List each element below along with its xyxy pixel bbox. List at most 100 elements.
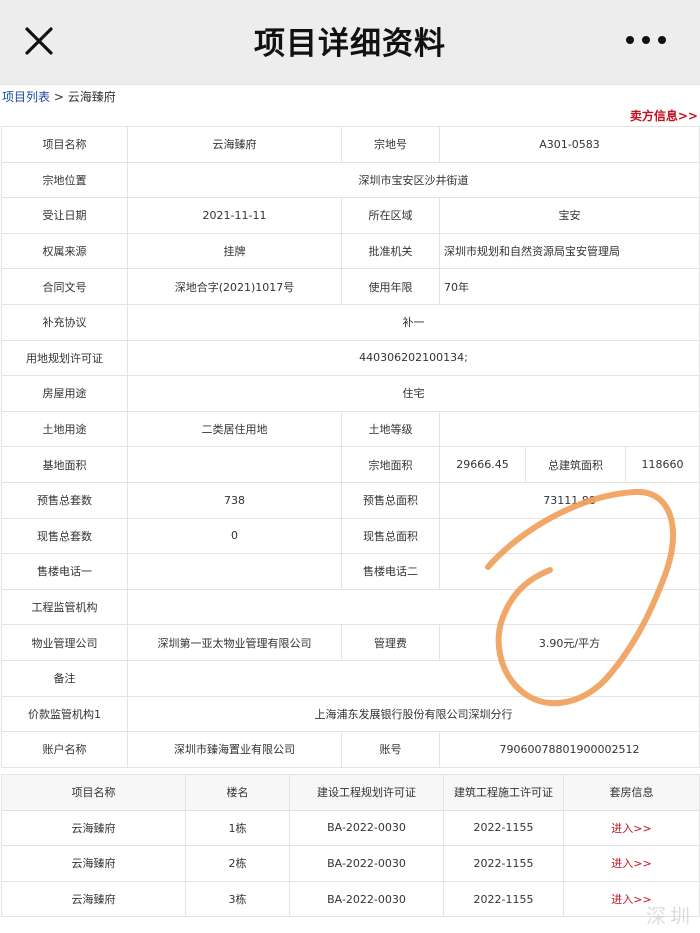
info-row: 受让日期 2021-11-11 所在区域 宝安 — [1, 197, 700, 234]
building-plan-permit: BA-2022-0030 — [289, 845, 444, 882]
approval-label: 批准机关 — [341, 232, 440, 270]
spot-area-label: 现售总面积 — [341, 517, 440, 555]
close-button[interactable] — [18, 20, 60, 62]
info-row: 基地面积 宗地面积 29666.45 总建筑面积 118660 — [1, 446, 700, 483]
ownership-label: 权属来源 — [1, 232, 128, 270]
usage-value: 住宅 — [126, 375, 700, 412]
sales-phone1-value — [127, 553, 342, 590]
info-row: 价款监管机构1 上海浦东发展银行股份有限公司深圳分行 — [1, 695, 700, 733]
info-row: 现售总套数 0 现售总面积 — [1, 517, 700, 555]
remarks-label: 备注 — [1, 659, 128, 697]
info-row: 售楼电话一 售楼电话二 — [1, 553, 700, 590]
seller-info-link[interactable]: 卖方信息>> — [630, 107, 698, 124]
info-row: 备注 — [1, 659, 700, 697]
project-name-value: 云海臻府 — [127, 126, 342, 163]
table-header-row: 项目名称 楼名 建设工程规划许可证 建筑工程施工许可证 套房信息 — [1, 774, 700, 811]
top-bar: 项目详细资料 — [0, 0, 700, 85]
breadcrumb-separator: > — [50, 90, 68, 104]
mgmt-fee-label: 管理费 — [341, 624, 440, 661]
term-label: 使用年限 — [341, 268, 440, 305]
property-mgmt-value: 深圳第一亚太物业管理有限公司 — [127, 624, 342, 661]
transfer-date-value: 2021-11-11 — [127, 197, 342, 234]
contract-label: 合同文号 — [1, 268, 128, 305]
supplement-value: 补一 — [126, 303, 700, 341]
building-project: 云海臻府 — [1, 809, 186, 847]
info-row: 土地用途 二类居住用地 土地等级 — [1, 410, 700, 448]
mgmt-fee-value: 3.90元/平方 — [438, 624, 700, 661]
building-plan-permit: BA-2022-0030 — [289, 880, 444, 918]
land-grade-value — [438, 410, 700, 448]
land-use-value: 二类居住用地 — [127, 410, 342, 448]
more-button[interactable] — [622, 22, 670, 58]
presale-units-label: 预售总套数 — [1, 481, 128, 519]
sales-phone2-value — [438, 553, 700, 590]
district-label: 所在区域 — [341, 197, 440, 234]
more-icon — [626, 36, 666, 44]
project-name-label: 项目名称 — [1, 126, 128, 163]
enter-link[interactable]: 进入>> — [611, 822, 651, 835]
presale-units-value: 738 — [127, 481, 342, 519]
info-row: 房屋用途 住宅 — [1, 375, 700, 412]
building-name: 2栋 — [185, 845, 290, 882]
building-name: 3栋 — [185, 880, 290, 918]
approval-value: 深圳市规划和自然资源局宝安管理局 — [438, 232, 700, 270]
lot-area-value: 29666.45 — [439, 446, 526, 483]
presale-area-label: 预售总面积 — [341, 481, 440, 519]
building-plan-permit: BA-2022-0030 — [289, 809, 444, 847]
gfa-label: 总建筑面积 — [525, 446, 626, 483]
building-name: 1栋 — [185, 809, 290, 847]
transfer-date-label: 受让日期 — [1, 197, 128, 234]
building-construction-permit: 2022-1155 — [443, 845, 564, 882]
remarks-value — [126, 659, 700, 697]
sales-phone2-label: 售楼电话二 — [341, 553, 440, 590]
permit-value: 440306202100134; — [126, 339, 700, 377]
usage-label: 房屋用途 — [1, 375, 128, 412]
district-value: 宝安 — [438, 197, 700, 234]
info-row: 工程监管机构 — [1, 588, 700, 626]
spot-units-label: 现售总套数 — [1, 517, 128, 555]
lot-no-label: 宗地号 — [341, 126, 440, 163]
building-project: 云海臻府 — [1, 845, 186, 882]
supplement-label: 补充协议 — [1, 303, 128, 341]
permit-label: 用地规划许可证 — [1, 339, 128, 377]
column-header: 套房信息 — [563, 774, 700, 811]
breadcrumb: 项目列表 > 云海臻府 — [2, 88, 116, 105]
lot-no-value: A301-0583 — [438, 126, 700, 163]
info-row: 物业管理公司 深圳第一亚太物业管理有限公司 管理费 3.90元/平方 — [1, 624, 700, 661]
breadcrumb-project-list-link[interactable]: 项目列表 — [2, 90, 50, 104]
land-use-label: 土地用途 — [1, 410, 128, 448]
gfa-value: 118660 — [624, 446, 700, 483]
info-row: 账户名称 深圳市臻海置业有限公司 账号 79060078801900002512 — [1, 731, 700, 768]
building-project: 云海臻府 — [1, 880, 186, 918]
base-area-value — [127, 446, 342, 483]
enter-link[interactable]: 进入>> — [611, 857, 651, 870]
base-area-label: 基地面积 — [1, 446, 128, 483]
info-row: 项目名称 云海臻府 宗地号 A301-0583 — [1, 126, 700, 163]
project-info-table: 项目名称 云海臻府 宗地号 A301-0583 宗地位置 深圳市宝安区沙井街道 … — [1, 126, 700, 768]
watermark-text: 深圳 — [646, 904, 694, 928]
presale-area-value: 73111.88 — [438, 481, 700, 519]
land-grade-label: 土地等级 — [341, 410, 440, 448]
building-construction-permit: 2022-1155 — [443, 809, 564, 847]
info-row: 补充协议 补一 — [1, 303, 700, 341]
escrow-value: 上海浦东发展银行股份有限公司深圳分行 — [126, 695, 700, 733]
ownership-value: 挂牌 — [127, 232, 342, 270]
spot-area-value — [438, 517, 700, 555]
column-header: 项目名称 — [1, 774, 186, 811]
account-name-value: 深圳市臻海置业有限公司 — [127, 731, 342, 768]
account-no-value: 79060078801900002512 — [438, 731, 700, 768]
column-header: 建筑工程施工许可证 — [443, 774, 564, 811]
location-value: 深圳市宝安区沙井街道 — [126, 161, 700, 199]
property-mgmt-label: 物业管理公司 — [1, 624, 128, 661]
info-row: 预售总套数 738 预售总面积 73111.88 — [1, 481, 700, 519]
account-name-label: 账户名称 — [1, 731, 128, 768]
breadcrumb-current: 云海臻府 — [67, 90, 116, 104]
term-value: 70年 — [438, 268, 700, 305]
sales-phone1-label: 售楼电话一 — [1, 553, 128, 590]
escrow-label: 价款监管机构1 — [1, 695, 128, 733]
supervisor-label: 工程监管机构 — [1, 588, 128, 626]
info-row: 权属来源 挂牌 批准机关 深圳市规划和自然资源局宝安管理局 — [1, 232, 700, 270]
page-title: 项目详细资料 — [254, 26, 446, 62]
info-row: 用地规划许可证 440306202100134; — [1, 339, 700, 377]
spot-units-value: 0 — [127, 517, 342, 555]
